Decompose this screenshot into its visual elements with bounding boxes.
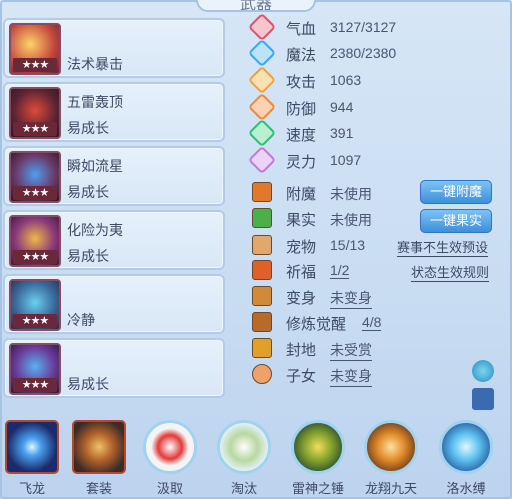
skill-item-icon: ★★★: [9, 279, 61, 331]
skill-feilong-icon: [5, 420, 59, 474]
skill-item-icon: ★★★: [9, 215, 61, 267]
skill-taotai[interactable]: 淘汰: [215, 420, 273, 497]
enchant-icon: [252, 182, 272, 202]
list-item-title: 五雷轰顶: [67, 94, 123, 110]
fruit-icon: [252, 208, 272, 228]
cultivation-icon: [252, 312, 272, 332]
skill-item-icon: ★★★: [9, 343, 61, 395]
list-item-text: 易成长: [67, 184, 109, 200]
list-item[interactable]: ★★★ 瞬如流星 易成长: [3, 146, 225, 206]
list-item-text: 法术暴击: [67, 56, 123, 72]
skill-jiqu-icon: [143, 420, 197, 474]
window-title: 武器: [196, 0, 316, 12]
skill-jiqu[interactable]: 汲取: [141, 420, 199, 497]
skill-luoshuifu[interactable]: 洛水缚: [437, 420, 495, 497]
list-item-title: 瞬如流星: [67, 158, 123, 174]
skill-item-icon: ★★★: [9, 87, 61, 139]
transform-icon: [252, 286, 272, 306]
list-item-text: 冷静: [67, 312, 95, 328]
one-click-enchant-button[interactable]: 一键附魔: [420, 180, 492, 204]
list-item[interactable]: ★★★ 五雷轰顶 易成长: [3, 82, 225, 142]
skill-feilong[interactable]: 飞龙: [3, 420, 61, 497]
skill-longxiangjiutian-icon: [364, 420, 418, 474]
list-item[interactable]: ★★★ 冷静: [3, 274, 225, 334]
skill-leishenzhichui[interactable]: 雷神之锤: [289, 420, 347, 497]
list-item-text: 易成长: [67, 248, 109, 264]
list-item-title: 化险为夷: [67, 222, 123, 238]
skill-bar: 飞龙 套装 汲取 淘汰 雷神之锤 龙翔九天 洛水缚: [0, 400, 512, 499]
pet-icon: [252, 235, 272, 255]
event-preset-link[interactable]: 赛事不生效预设: [397, 237, 489, 257]
child-icon: [252, 364, 272, 384]
fief-icon: [252, 338, 272, 358]
list-item-text: 易成长: [67, 376, 109, 392]
skill-taotai-icon: [217, 420, 271, 474]
skill-item-icon: ★★★: [9, 23, 61, 75]
list-item-text: 易成长: [67, 120, 109, 136]
skill-taozhuang[interactable]: 套装: [70, 420, 128, 497]
skill-taozhuang-icon: [72, 420, 126, 474]
one-click-fruit-button[interactable]: 一键果实: [420, 209, 492, 233]
skill-item-icon: ★★★: [9, 151, 61, 203]
list-item[interactable]: ★★★ 化险为夷 易成长: [3, 210, 225, 270]
list-item[interactable]: ★★★ 法术暴击: [3, 18, 225, 78]
refresh-icon[interactable]: [472, 360, 494, 382]
skill-longxiangjiutian[interactable]: 龙翔九天: [362, 420, 420, 497]
blessing-icon: [252, 260, 272, 280]
skill-luoshuifu-icon: [439, 420, 493, 474]
list-item[interactable]: ★★★ 易成长: [3, 338, 225, 398]
skill-leishenzhichui-icon: [291, 420, 345, 474]
status-rule-link[interactable]: 状态生效规则: [411, 262, 490, 282]
